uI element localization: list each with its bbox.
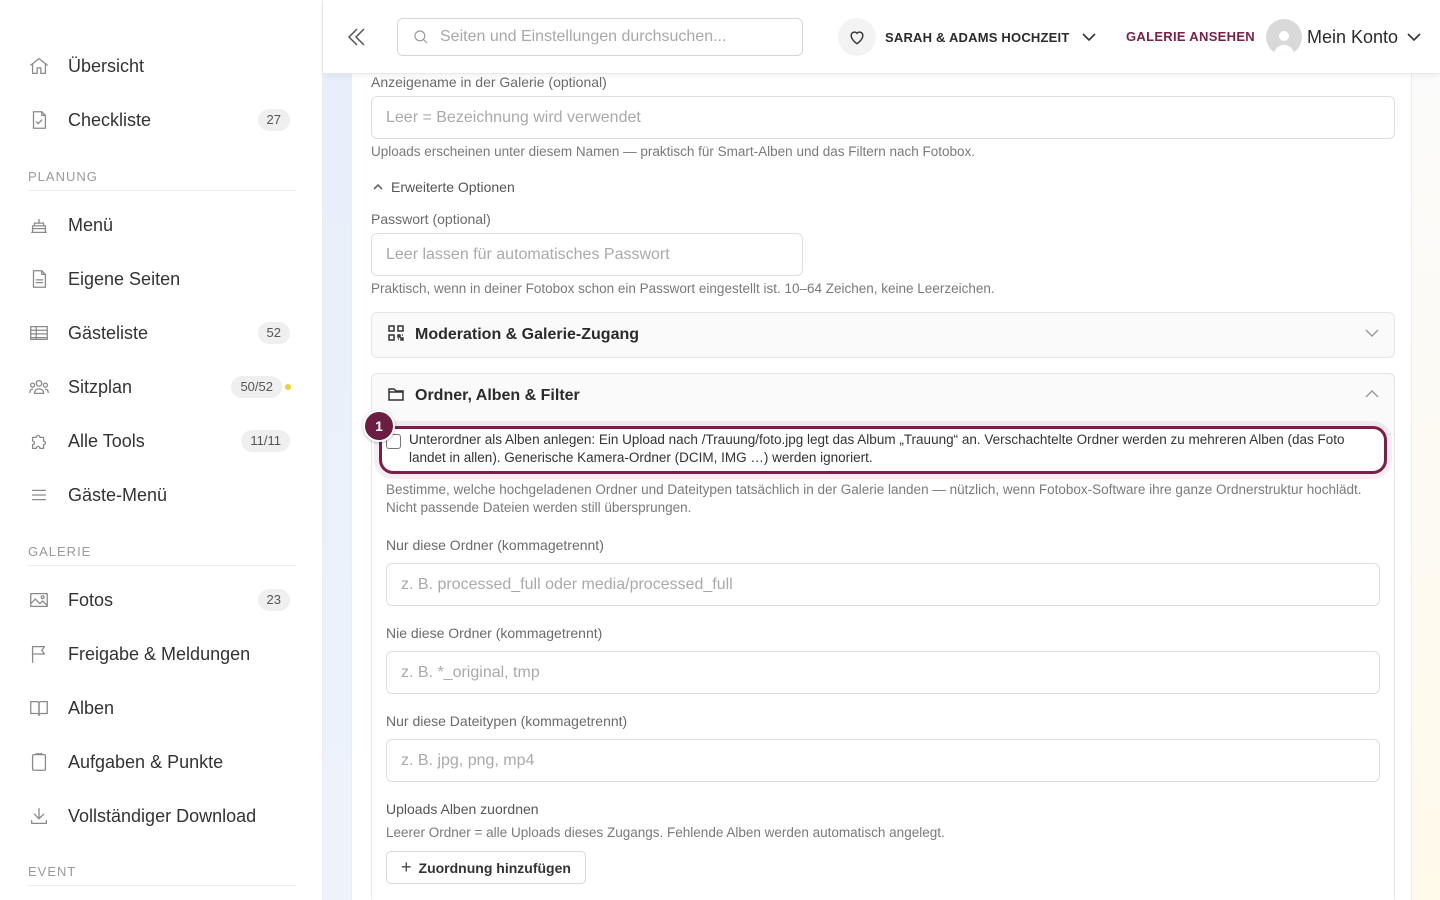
subfolder-albums-label: Unterordner als Alben anlegen: Ein Uploa… (409, 432, 1345, 465)
password-hint: Praktisch, wenn in deiner Fotobox schon … (371, 281, 995, 296)
sidebar-item-label: Gäste-Menü (68, 484, 168, 505)
cake-icon (28, 213, 58, 237)
only-types-input[interactable] (386, 739, 1380, 782)
sidebar-item-aufgaben[interactable]: Aufgaben & Punkte (28, 742, 296, 782)
sidebar: Übersicht Checkliste 27 PLANUNG Menü Eig… (0, 0, 323, 900)
add-mapping-label: Zuordnung hinzufügen (418, 859, 571, 876)
sidebar-item-label: Alben (68, 697, 115, 718)
plus-icon: + (401, 857, 412, 877)
flag-icon (28, 642, 58, 666)
chevron-down-icon (1364, 325, 1380, 346)
book-icon (28, 696, 58, 720)
avatar (1266, 19, 1302, 55)
topbar: SARAH & ADAMS HOCHZEIT GALERIE ANSEHEN M… (323, 0, 1440, 74)
menu-icon (28, 483, 58, 507)
accordion-moderation-header[interactable]: Moderation & Galerie-Zugang (372, 313, 1394, 357)
advanced-options-label: Erweiterte Optionen (391, 179, 515, 195)
puzzle-icon (28, 429, 58, 453)
sidebar-item-download[interactable]: Vollständiger Download (28, 796, 296, 836)
only-folders-label: Nur diese Ordner (kommagetrennt) (386, 537, 604, 553)
only-folders-input[interactable] (386, 563, 1380, 606)
add-mapping-button[interactable]: + Zuordnung hinzufügen (386, 851, 586, 884)
sidebar-item-label: Checkliste (68, 109, 152, 130)
count-badge: 11/11 (241, 430, 290, 452)
event-selector[interactable]: SARAH & ADAMS HOCHZEIT (838, 18, 1097, 56)
sidebar-item-menu[interactable]: Menü (28, 205, 296, 245)
sidebar-item-label: Vollständiger Download (68, 805, 257, 826)
checklist-icon (28, 108, 58, 132)
sidebar-item-fotos[interactable]: Fotos 23 (28, 580, 296, 620)
display-name-hint: Uploads erscheinen unter diesem Namen — … (371, 144, 976, 159)
assign-albums-hint: Leerer Ordner = alle Uploads dieses Zuga… (386, 825, 945, 840)
background-left (323, 74, 351, 900)
count-badge: 50/52 (231, 376, 282, 398)
qr-code-icon (387, 324, 405, 347)
sidebar-item-label: Übersicht (68, 55, 145, 76)
sidebar-item-label: Eigene Seiten (68, 268, 181, 289)
password-input[interactable] (371, 233, 803, 276)
display-name-label: Anzeigename in der Galerie (optional) (371, 74, 607, 90)
heart-icon (838, 18, 876, 56)
search-icon (414, 30, 428, 44)
sidebar-item-label: Freigabe & Meldungen (68, 643, 251, 664)
never-folders-label: Nie diese Ordner (kommagetrennt) (386, 625, 603, 641)
accordion-moderation-title: Moderation & Galerie-Zugang (415, 326, 640, 343)
download-icon (28, 804, 58, 828)
step-badge: 1 (363, 410, 395, 442)
sidebar-item-freigabe[interactable]: Freigabe & Meldungen (28, 634, 296, 674)
view-gallery-link[interactable]: GALERIE ANSEHEN (1126, 29, 1255, 44)
folder-icon (387, 385, 405, 408)
count-badge: 27 (257, 109, 290, 131)
accordion-moderation: Moderation & Galerie-Zugang (371, 312, 1395, 358)
advanced-options-toggle[interactable]: Erweiterte Optionen (372, 179, 515, 195)
folders-intro: Bestimme, welche hochgeladenen Ordner un… (386, 482, 1362, 515)
accordion-folders-header[interactable]: Ordner, Alben & Filter (372, 374, 1394, 418)
account-menu[interactable]: Mein Konto (1266, 18, 1422, 56)
assign-albums-label: Uploads Alben zuordnen (386, 801, 539, 817)
search-box[interactable] (397, 18, 803, 56)
home-icon (28, 54, 58, 78)
sidebar-item-label: Gästeliste (68, 322, 149, 343)
collapse-sidebar-button[interactable] (345, 24, 369, 50)
image-icon (28, 588, 58, 612)
sidebar-item-label: Alle Tools (68, 430, 145, 451)
sidebar-item-eigene-seiten[interactable]: Eigene Seiten (28, 259, 296, 299)
sidebar-item-checkliste[interactable]: Checkliste 27 (28, 100, 296, 140)
sidebar-item-label: Menü (68, 214, 114, 235)
display-name-input[interactable] (371, 96, 1395, 139)
background-right (1412, 74, 1440, 900)
sidebar-item-label: Sitzplan (68, 376, 133, 397)
table-icon (28, 321, 58, 345)
double-chevron-left-icon (347, 28, 365, 46)
people-icon (28, 375, 58, 399)
sidebar-item-gaesteliste[interactable]: Gästeliste 52 (28, 313, 296, 353)
search-input[interactable] (440, 28, 780, 46)
account-label: Mein Konto (1307, 26, 1399, 47)
only-types-label: Nur diese Dateitypen (kommagetrennt) (386, 713, 628, 729)
count-badge: 52 (257, 322, 290, 344)
sidebar-item-alle-tools[interactable]: Alle Tools 11/11 (28, 421, 296, 461)
sidebar-item-sitzplan[interactable]: Sitzplan 50/52 (28, 367, 296, 407)
sidebar-item-uebersicht[interactable]: Übersicht (28, 46, 296, 86)
section-title-galerie: GALERIE (28, 544, 296, 566)
main-content: Anzeigename in der Galerie (optional) Up… (351, 74, 1412, 900)
section-title-event: EVENT (28, 864, 296, 886)
password-label: Passwort (optional) (371, 211, 491, 227)
sidebar-item-label: Aufgaben & Punkte (68, 751, 224, 772)
chevron-up-icon (1364, 386, 1380, 407)
never-folders-input[interactable] (386, 651, 1380, 694)
sidebar-item-alben[interactable]: Alben (28, 688, 296, 728)
chevron-down-icon (1406, 29, 1422, 45)
event-name: SARAH & ADAMS HOCHZEIT (885, 29, 1070, 45)
accordion-folders-title: Ordner, Alben & Filter (415, 387, 580, 404)
chevron-up-icon (373, 183, 383, 190)
sidebar-item-gaeste-menu[interactable]: Gäste-Menü (28, 475, 296, 515)
chevron-down-icon (1081, 29, 1097, 45)
count-badge: 23 (257, 589, 290, 611)
status-dot (285, 384, 291, 390)
clipboard-icon (28, 750, 58, 774)
sidebar-item-label: Fotos (68, 589, 114, 610)
section-title-planung: PLANUNG (28, 169, 296, 191)
page-icon (28, 267, 58, 291)
